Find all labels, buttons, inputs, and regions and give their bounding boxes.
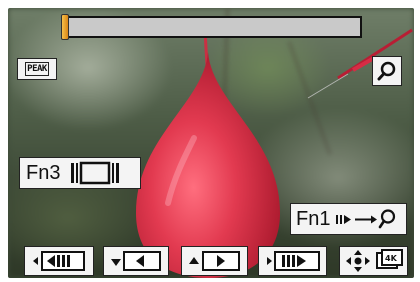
progress-knob[interactable] — [61, 14, 69, 40]
frame-view-icon — [70, 161, 120, 185]
previous-frame-skip-icon — [33, 251, 85, 271]
svg-text:4K: 4K — [385, 254, 398, 263]
zoom-button[interactable] — [372, 56, 402, 86]
step-forward-icon — [188, 251, 240, 271]
fn1-button[interactable]: Fn1 — [290, 203, 407, 235]
move-crop-button[interactable]: 4K — [339, 246, 408, 276]
peaking-icon: PEAK — [25, 62, 49, 76]
fn3-button[interactable]: Fn3 — [19, 157, 141, 189]
magnifier-icon — [377, 61, 396, 81]
playback-progress-bar[interactable] — [64, 16, 362, 38]
next-skip-button[interactable] — [258, 246, 327, 276]
step-forward-button[interactable] — [181, 246, 248, 276]
balloon-photo — [136, 28, 413, 278]
move-crop-icon: 4K — [345, 249, 403, 272]
step-back-icon — [111, 251, 161, 271]
frame-to-zoom-icon — [335, 208, 399, 230]
next-frame-skip-icon — [266, 251, 320, 271]
step-back-button[interactable] — [103, 246, 169, 276]
peaking-button[interactable]: PEAK — [17, 58, 57, 80]
previous-skip-button[interactable] — [24, 246, 94, 276]
fn1-label: Fn1 — [296, 207, 331, 230]
fn3-label: Fn3 — [26, 161, 61, 184]
playback-screen — [8, 8, 414, 278]
